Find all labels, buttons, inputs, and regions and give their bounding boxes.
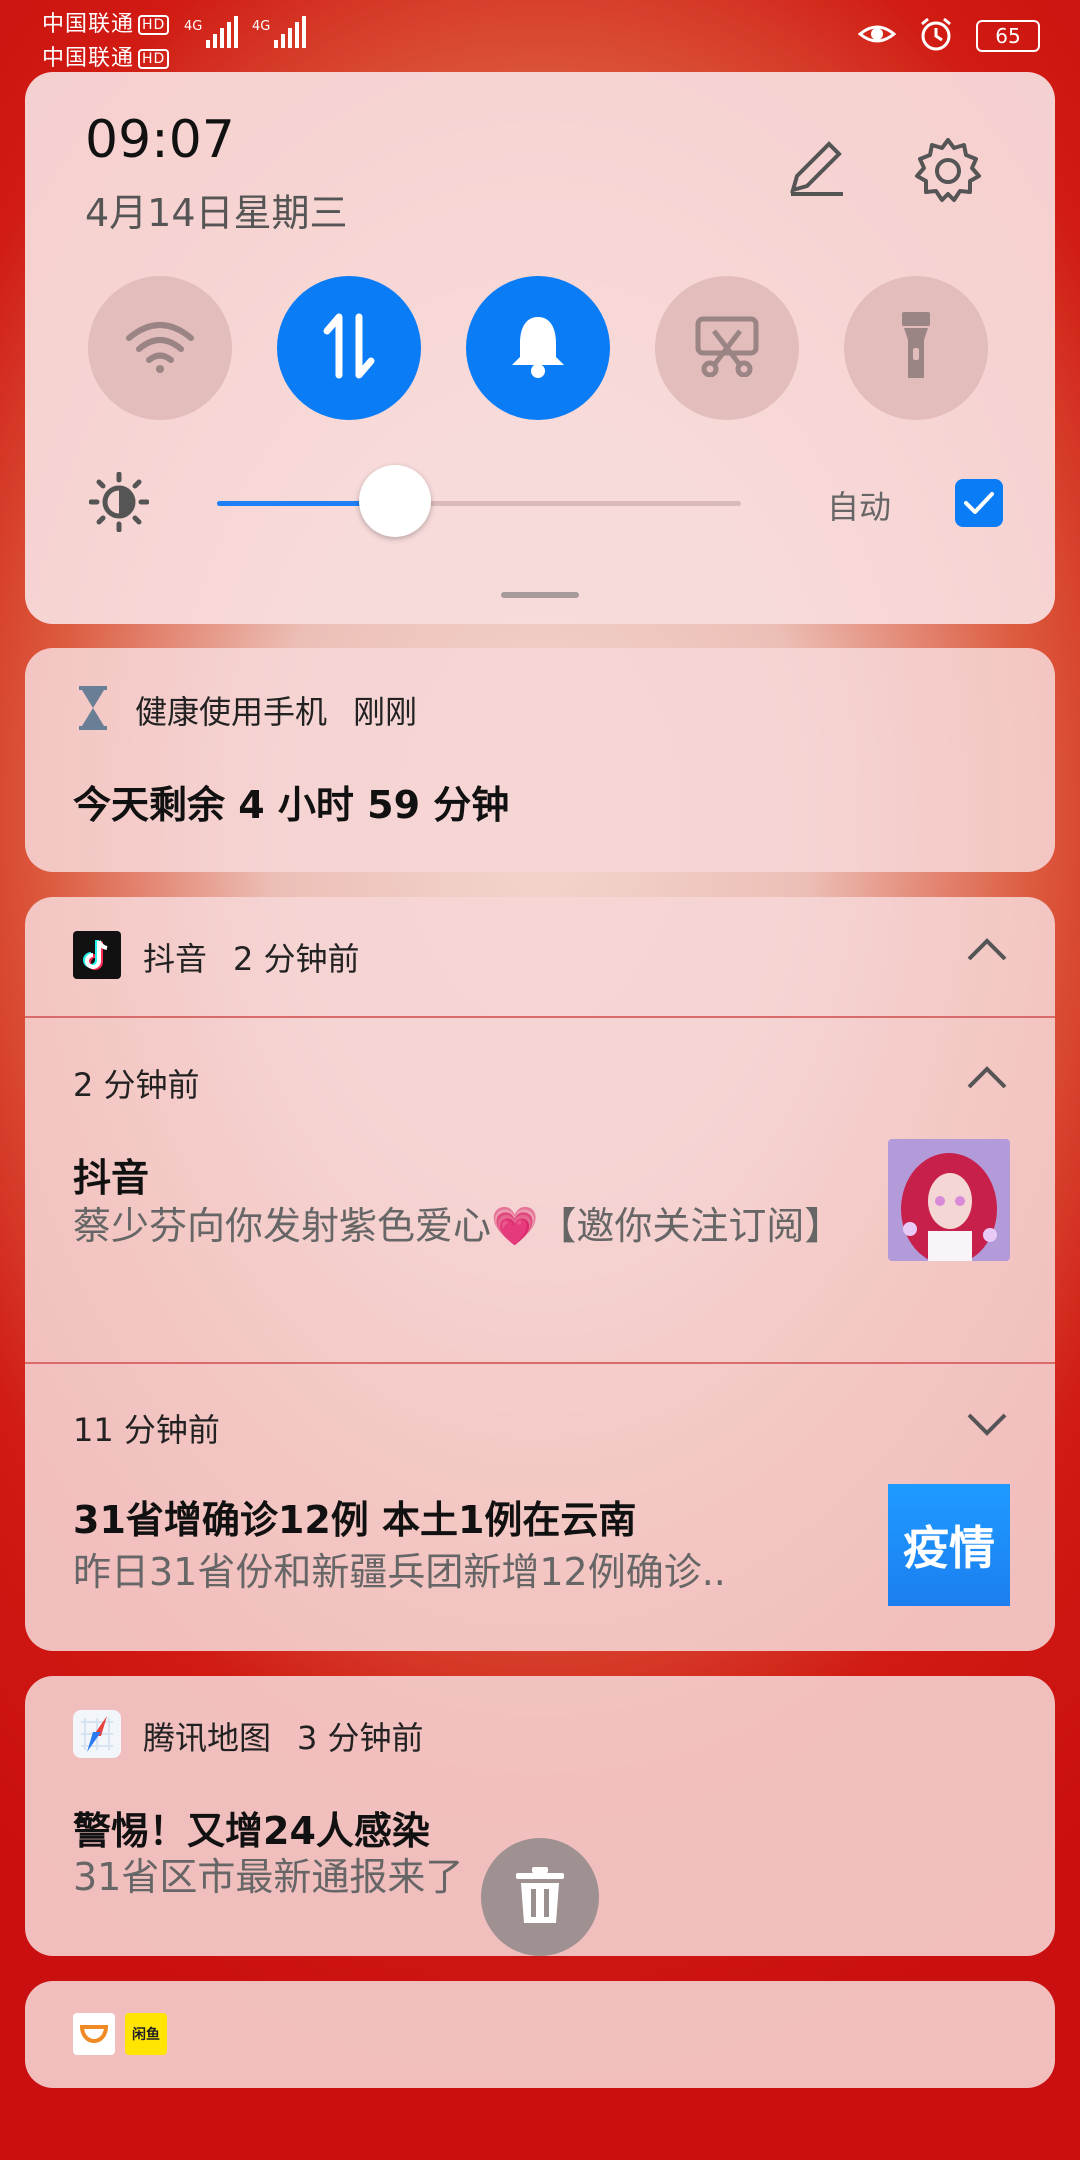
collapse-chevron-up-icon[interactable]	[967, 937, 1007, 965]
wifi-icon	[125, 318, 195, 378]
bell-icon	[508, 313, 568, 383]
brightness-slider[interactable]	[217, 465, 741, 537]
didi-app-icon	[73, 2013, 115, 2055]
eye-comfort-icon	[857, 18, 897, 54]
notification-item-title: 31省增确诊12例 本土1例在云南	[73, 1498, 637, 1542]
signal-icon-2: 4G	[252, 14, 312, 56]
notification-thumbnail-epidemic: 疫情	[888, 1484, 1010, 1606]
divider	[25, 1016, 1055, 1018]
brightness-icon	[88, 471, 150, 536]
scissors-screenshot-icon	[694, 315, 760, 381]
data-transfer-icon	[319, 313, 379, 383]
chevron-up-icon[interactable]	[967, 1065, 1007, 1093]
settings-gear-icon[interactable]	[913, 136, 983, 210]
clear-all-button[interactable]	[481, 1838, 599, 1956]
wifi-toggle[interactable]	[88, 276, 232, 420]
notification-time: 2 分钟前	[233, 940, 360, 978]
divider	[25, 1362, 1055, 1364]
clock-time: 09:07	[85, 110, 235, 170]
mobile-data-toggle[interactable]	[277, 276, 421, 420]
notification-app-name: 腾讯地图	[143, 1719, 272, 1757]
notification-app-name: 健康使用手机	[135, 693, 328, 731]
notification-time: 刚刚	[353, 693, 418, 731]
panel-drag-handle[interactable]	[501, 592, 579, 598]
auto-brightness-checkbox[interactable]	[955, 479, 1003, 527]
douyin-app-icon	[73, 931, 121, 983]
notification-group-douyin[interactable]: 抖音 2 分钟前 2 分钟前 抖音 蔡少芬向你发射紫色爱心💗【邀你关注订阅】 1…	[25, 897, 1055, 1651]
sound-toggle[interactable]	[466, 276, 610, 420]
notification-title: 今天剩余 4 小时 59 分钟	[73, 783, 510, 827]
notification-item-time: 2 分钟前	[73, 1066, 200, 1104]
clock-date: 4月14日星期三	[85, 191, 348, 235]
notification-item-title: 抖音	[73, 1156, 150, 1200]
flashlight-icon	[896, 310, 936, 386]
notification-health[interactable]: 健康使用手机 刚刚 今天剩余 4 小时 59 分钟	[25, 648, 1055, 872]
auto-brightness-label: 自动	[827, 488, 892, 526]
notification-collapsed-row[interactable]: 闲鱼	[25, 1981, 1055, 2088]
notification-item-body: 蔡少芬向你发射紫色爱心💗【邀你关注订阅】	[73, 1204, 843, 1248]
svg-text:4G: 4G	[252, 19, 270, 34]
screenshot-toggle[interactable]	[655, 276, 799, 420]
trash-icon	[514, 1865, 566, 1929]
quick-settings-panel: 09:07 4月14日星期三 自动	[25, 72, 1055, 624]
carrier-label-2: 中国联通 HD	[42, 40, 170, 72]
tencent-map-app-icon	[73, 1710, 121, 1762]
notification-thumbnail-avatar	[888, 1139, 1010, 1261]
expand-chevron-down-icon[interactable]	[967, 1413, 1007, 1441]
alarm-icon	[918, 16, 954, 56]
notification-time: 3 分钟前	[297, 1719, 424, 1757]
hourglass-icon	[73, 686, 113, 734]
carrier-label-1: 中国联通 HD	[42, 6, 170, 38]
xianyu-app-icon: 闲鱼	[125, 2013, 167, 2055]
battery-indicator: 65	[976, 20, 1040, 52]
signal-icon-1: 4G	[184, 14, 244, 56]
notification-item-body: 昨日31省份和新疆兵团新增12例确诊..	[73, 1550, 726, 1594]
notification-app-name: 抖音	[143, 940, 208, 978]
edit-icon[interactable]	[783, 136, 847, 204]
notification-title: 警惕！又增24人感染	[73, 1809, 430, 1853]
notification-item-time: 11 分钟前	[73, 1411, 220, 1449]
brightness-slider-thumb[interactable]	[359, 465, 432, 537]
notification-body: 31省区市最新通报来了	[73, 1855, 464, 1899]
svg-text:4G: 4G	[184, 19, 202, 34]
flashlight-toggle[interactable]	[844, 276, 988, 420]
